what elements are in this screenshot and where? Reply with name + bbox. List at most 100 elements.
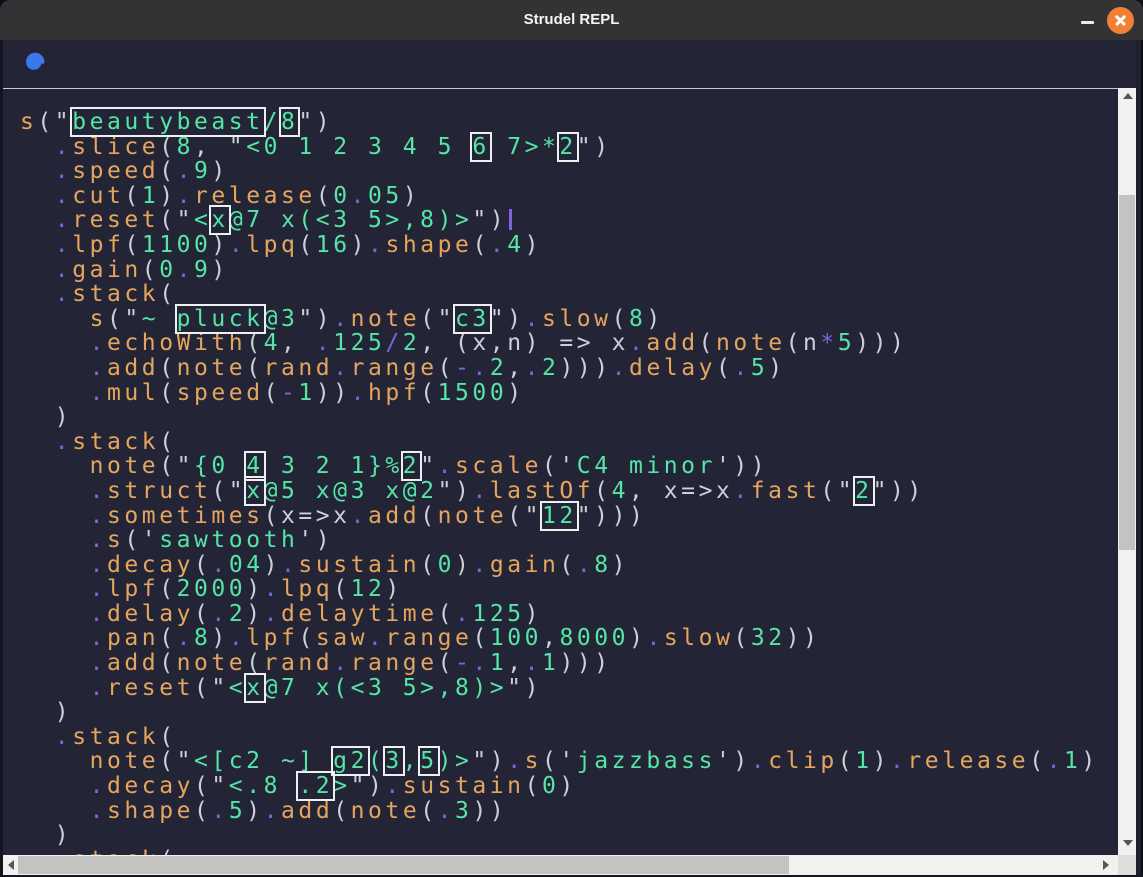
code-line[interactable]: .s('sawtooth') (20, 528, 1118, 553)
code-line[interactable]: .stack( (20, 725, 1118, 750)
code-line[interactable]: .reset("<x@7 x(<3 5>,8)>") (20, 208, 1118, 233)
code-line[interactable]: .lpf(1100).lpq(16).shape(.4) (20, 233, 1118, 258)
window-border-left (0, 40, 3, 877)
code-line[interactable]: .sometimes(x=>x.add(note("12"))) (20, 504, 1118, 529)
code-token: lpq (246, 232, 298, 258)
code-token: . (1047, 748, 1064, 774)
scroll-down-icon[interactable] (1123, 840, 1133, 846)
code-token: . (177, 183, 194, 209)
code-token: s (90, 306, 107, 332)
horizontal-scrollbar-thumb[interactable] (18, 856, 789, 874)
code-token: ) (455, 552, 472, 578)
code-token: . (316, 330, 333, 356)
code-token (20, 257, 55, 283)
code-token: sawtooth (159, 527, 298, 553)
code-token: ( (124, 232, 141, 258)
code-token: 125 (333, 330, 385, 356)
code-token: ) (525, 232, 542, 258)
code-token: (" (159, 207, 194, 233)
code-token: saw (316, 625, 368, 651)
code-token: decay (107, 552, 194, 578)
scroll-up-icon[interactable] (1123, 93, 1133, 99)
code-line[interactable]: .shape(.5).add(note(.3)) (20, 799, 1118, 824)
code-token: . (211, 798, 228, 824)
code-token: ( (264, 380, 281, 406)
code-token: 125 (472, 601, 524, 627)
code-token: . (90, 798, 107, 824)
code-line[interactable]: .add(note(rand.range(-.2,.2))).delay(.5) (20, 356, 1118, 381)
code-line[interactable]: .stack( (20, 282, 1118, 307)
code-line[interactable]: .decay("<.8 .2>").sustain(0) (20, 774, 1118, 799)
code-line[interactable]: s("~ pluck@3").note("c3").slow(8) (20, 307, 1118, 332)
code-line[interactable]: .stack( (20, 430, 1118, 455)
code-line[interactable]: .cut(1).release(0.05) (20, 184, 1118, 209)
code-line[interactable]: .gain(0.9) (20, 258, 1118, 283)
code-line[interactable]: ) (20, 405, 1118, 430)
code-token: {0 (194, 453, 246, 479)
horizontal-scrollbar-track[interactable] (3, 855, 1118, 875)
code-token (20, 773, 90, 799)
code-token: ( (159, 355, 176, 381)
code-token: )) (472, 798, 507, 824)
vertical-scrollbar-track[interactable] (1118, 88, 1136, 855)
code-editor[interactable]: s("beautybeast/8") .slice(8, "<0 1 2 3 4… (3, 89, 1118, 855)
scroll-right-icon[interactable] (1103, 860, 1109, 870)
code-token: 4 (612, 478, 629, 504)
code-token: ") (438, 478, 473, 504)
code-line[interactable]: note("{0 4 3 2 1}%2".scale('C4 minor')) (20, 454, 1118, 479)
vertical-scrollbar-thumb[interactable] (1119, 195, 1135, 550)
active-token: pluck (177, 306, 264, 332)
code-line[interactable]: .stack( (20, 848, 1118, 855)
code-token: . (264, 601, 281, 627)
code-token: shape (107, 798, 194, 824)
code-token: 3 (455, 798, 472, 824)
code-token: 1 (490, 650, 507, 676)
code-token: 5 (838, 330, 855, 356)
strudel-repl-window: Strudel REPL s("beautybeast/8") .slice(8… (0, 0, 1143, 877)
code-token: ) (385, 576, 402, 602)
code-line[interactable]: .mul(speed(-1)).hpf(1500) (20, 381, 1118, 406)
strudel-logo-button[interactable] (20, 49, 48, 77)
code-line[interactable]: ) (20, 823, 1118, 848)
minimize-button[interactable] (1074, 8, 1100, 34)
code-token: . (55, 183, 72, 209)
code-token: < (194, 207, 211, 233)
active-token: c3 (455, 306, 490, 332)
scroll-left-icon[interactable] (8, 860, 14, 870)
code-line[interactable]: .decay(.04).sustain(0).gain(.8) (20, 553, 1118, 578)
code-token: <[c2 ~] (194, 748, 333, 774)
code-token: ( (194, 798, 211, 824)
code-token: 7>* (490, 134, 560, 160)
close-button[interactable] (1107, 7, 1134, 34)
code-token: 1100 (142, 232, 212, 258)
code-line[interactable]: ) (20, 700, 1118, 725)
code-line[interactable]: .echoWith(4, .125/2, (x,n) => x.add(note… (20, 331, 1118, 356)
code-token: @7 x(<3 5>,8)> (264, 675, 508, 701)
code-token: )) (316, 380, 351, 406)
code-line[interactable]: .reset("<x@7 x(<3 5>,8)>") (20, 676, 1118, 701)
code-token: scale (455, 453, 542, 479)
code-line[interactable]: .add(note(rand.range(-.1,.1))) (20, 651, 1118, 676)
code-token: ') (298, 527, 333, 553)
code-token (20, 183, 55, 209)
code-line[interactable]: .speed(.9) (20, 159, 1118, 184)
titlebar: Strudel REPL (0, 0, 1143, 40)
active-token: .2 (298, 773, 333, 799)
code-line[interactable]: .pan(.8).lpf(saw.range(100,8000).slow(32… (20, 626, 1118, 651)
code-token: (" (37, 109, 72, 135)
code-token: . (751, 748, 768, 774)
code-line[interactable]: note("<[c2 ~] g2(3,5)>").s('jazzbass').c… (20, 749, 1118, 774)
code-line[interactable]: .lpf(2000).lpq(12) (20, 577, 1118, 602)
code-token: . (733, 478, 750, 504)
code-token: add (107, 355, 159, 381)
code-line[interactable]: .delay(.2).delaytime(.125) (20, 602, 1118, 627)
code-token: reset (107, 675, 194, 701)
code-token: . (90, 675, 107, 701)
scrollbar-corner (1118, 855, 1136, 875)
code-line[interactable]: .struct("x@5 x@3 x@2").lastOf(4, x=>x.fa… (20, 479, 1118, 504)
code-token: . (90, 625, 107, 651)
code-token: release (907, 748, 1029, 774)
code-token (20, 748, 90, 774)
code-line[interactable]: .slice(8, "<0 1 2 3 4 5 6 7>*2") (20, 135, 1118, 160)
code-line[interactable]: s("beautybeast/8") (20, 110, 1118, 135)
